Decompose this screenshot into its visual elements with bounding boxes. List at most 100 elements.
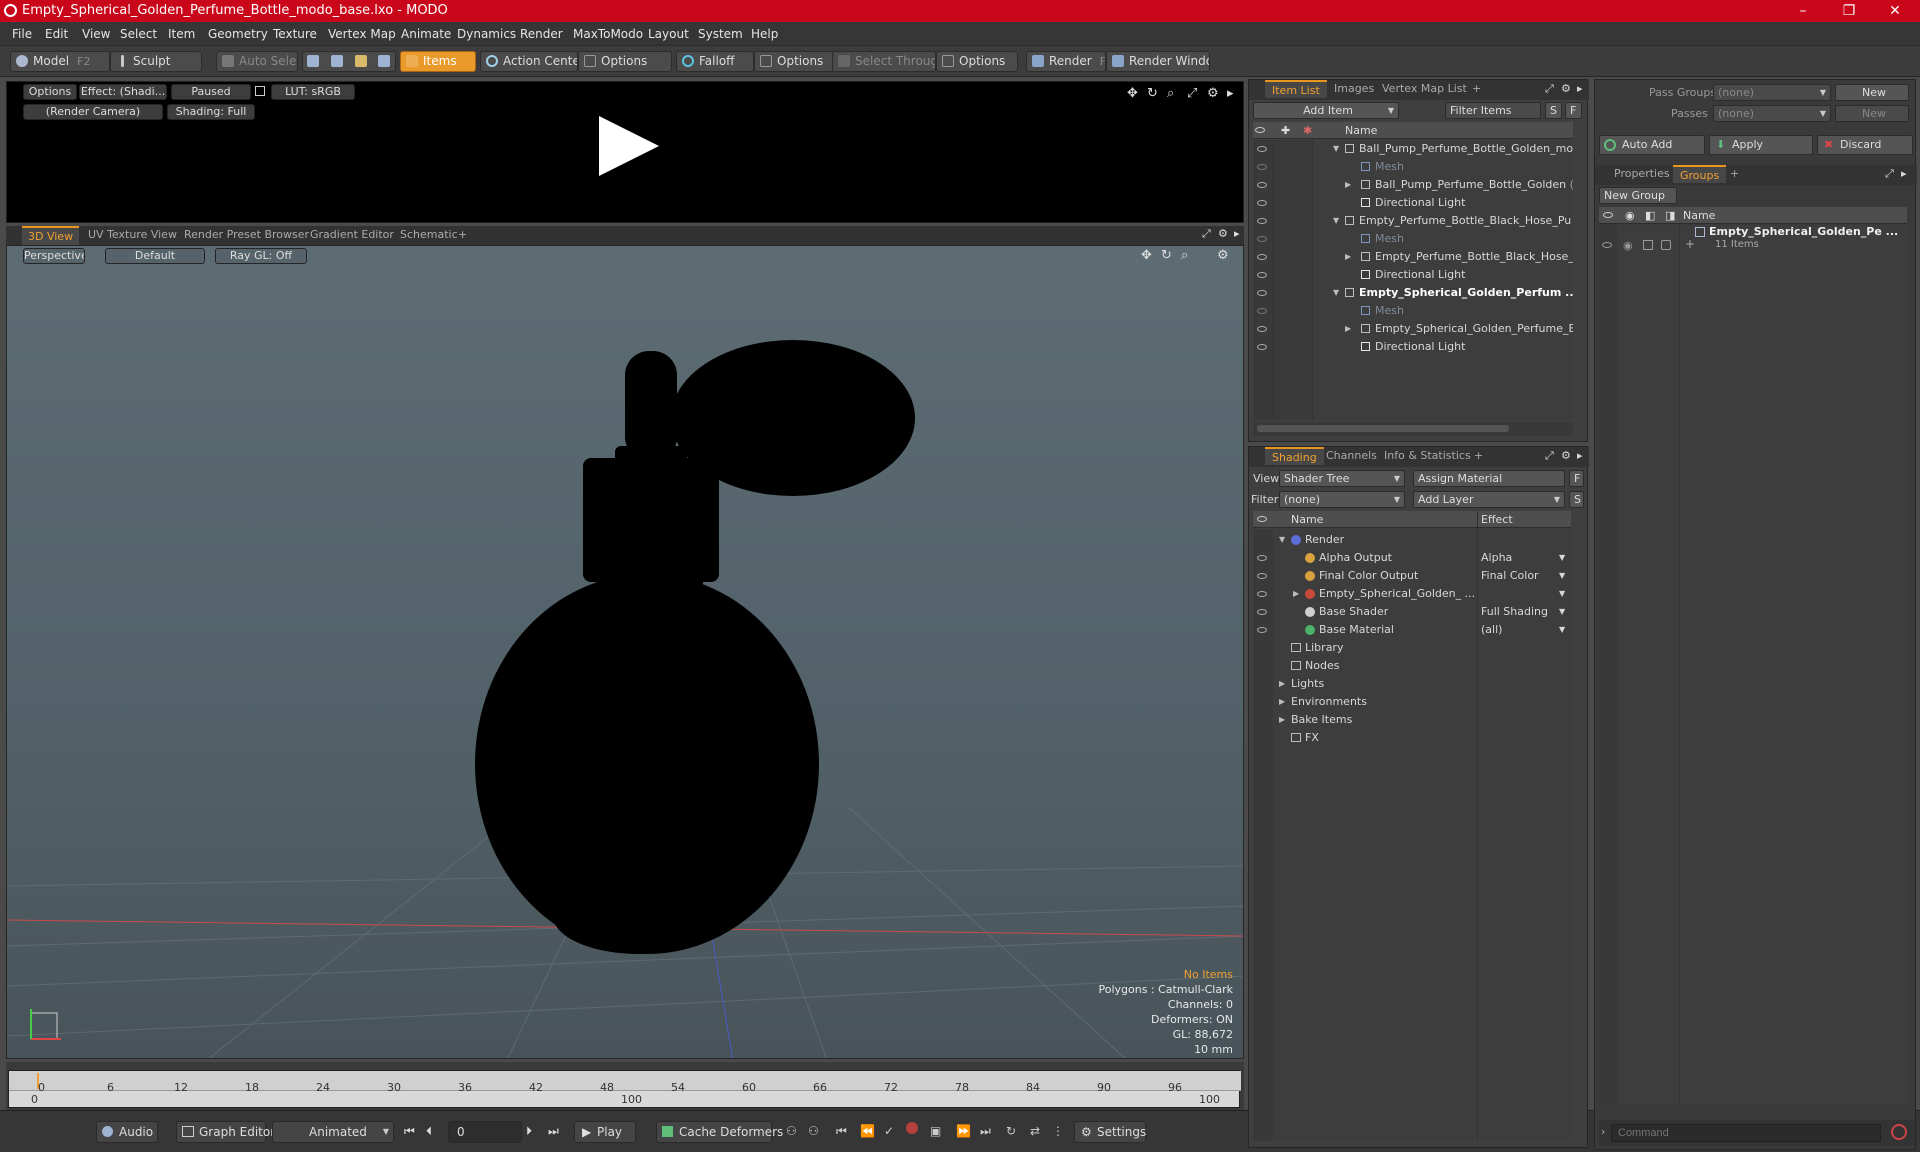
apply-button[interactable]: ⬇ Apply — [1709, 135, 1813, 155]
visibility-eye-icon[interactable] — [1257, 290, 1267, 296]
group-name[interactable]: Empty_Spherical_Golden_Pe ... — [1709, 225, 1898, 238]
f-toggle[interactable]: F — [1565, 102, 1582, 119]
key-icon[interactable]: ⚇ — [786, 1124, 797, 1138]
select-checkbox[interactable] — [1661, 240, 1671, 250]
menu-geometry[interactable]: Geometry — [208, 27, 268, 41]
expand-arrow-icon[interactable]: ▶ — [1293, 585, 1299, 603]
visibility-eye-icon[interactable] — [1257, 236, 1267, 242]
collapse-arrow-icon[interactable]: ▼ — [1333, 284, 1339, 302]
items-mode-button[interactable]: Items — [400, 51, 476, 72]
menu-select[interactable]: Select — [120, 27, 157, 41]
expand-plus-icon[interactable]: + — [1685, 237, 1695, 251]
shader-tree-row[interactable]: ▶ Empty_Spherical_Golden_ ... ▼ — [1253, 585, 1571, 603]
close-button[interactable]: ✕ — [1872, 0, 1918, 22]
shader-tree-row[interactable]: Base Shader Full Shading ▼ — [1253, 603, 1571, 621]
item-list-row[interactable]: Mesh — [1253, 158, 1573, 176]
tab-vertex-map-list[interactable]: Vertex Map List — [1375, 80, 1474, 98]
action-center-button[interactable]: Action Center — [480, 51, 578, 72]
tab-info-statistics[interactable]: Info & Statistics — [1377, 447, 1478, 465]
menu-maxtomodo[interactable]: MaxToModo — [573, 27, 643, 41]
effect-value[interactable]: Final Color — [1481, 567, 1539, 585]
sculpt-mode-button[interactable]: Sculpt — [110, 51, 202, 72]
select-through-options-button[interactable]: Options — [936, 51, 1018, 72]
expand-arrow-icon[interactable]: ▶ — [1279, 675, 1285, 693]
filter-dropdown[interactable]: (none) ▼ — [1279, 491, 1405, 508]
visibility-eye-icon[interactable] — [1257, 591, 1267, 597]
vertices-mode-icon[interactable] — [307, 55, 319, 67]
visibility-eye-icon[interactable] — [1257, 326, 1267, 332]
menu-render[interactable]: Render — [520, 27, 563, 41]
visibility-eye-icon[interactable] — [1257, 200, 1267, 206]
key-filter-icon[interactable]: ▣ — [930, 1124, 941, 1138]
view-dropdown[interactable]: Shader Tree ▼ — [1279, 470, 1405, 487]
visibility-eye-icon[interactable] — [1602, 242, 1612, 248]
minimize-button[interactable]: – — [1780, 0, 1826, 22]
item-list-row[interactable]: Mesh — [1253, 302, 1573, 320]
discard-button[interactable]: ✖ Discard — [1817, 135, 1913, 155]
falloff-options-button[interactable]: Options — [754, 51, 836, 72]
effect-dropdown-arrow-icon[interactable]: ▼ — [1559, 567, 1565, 585]
visibility-eye-icon[interactable] — [1257, 272, 1267, 278]
pass-groups-dropdown[interactable]: (none) ▼ — [1713, 84, 1831, 101]
menu-view[interactable]: View — [82, 27, 110, 41]
auto-add-button[interactable]: Auto Add — [1599, 135, 1705, 155]
falloff-button[interactable]: Falloff — [676, 51, 754, 72]
shader-tree-row[interactable]: Nodes — [1253, 657, 1571, 675]
shading-dropdown[interactable]: Shading: Full — [167, 104, 255, 120]
s-toggle[interactable]: S — [1569, 491, 1584, 508]
item-list-row[interactable]: ▼ Empty_Perfume_Bottle_Black_Hose_Pu ... — [1253, 212, 1573, 230]
next-key-icon[interactable]: ⏭ — [980, 1124, 991, 1139]
animated-dropdown[interactable]: Animated ▼ — [272, 1121, 394, 1143]
audio-button[interactable]: Audio — [96, 1121, 158, 1143]
shader-tree-row[interactable]: ▼ Render — [1253, 531, 1571, 549]
item-list-row[interactable]: Directional Light — [1253, 266, 1573, 284]
move-view-icon[interactable]: ✥ — [1127, 86, 1138, 101]
step-forward-icon[interactable]: ⏵ — [526, 1124, 532, 1139]
frame-field[interactable]: 0 — [448, 1121, 522, 1143]
add-tab-button[interactable]: + — [1723, 165, 1746, 183]
effect-dropdown-arrow-icon[interactable]: ▼ — [1559, 621, 1565, 639]
go-to-end-icon[interactable]: ⏭ — [548, 1124, 559, 1139]
item-tree[interactable]: ▼ Ball_Pump_Perfume_Bottle_Golden_mod... M… — [1253, 140, 1573, 420]
item-list-row[interactable]: ▶ Empty_Spherical_Golden_Perfume_Bo... — [1253, 320, 1573, 338]
expand-arrow-icon[interactable]: ▸ — [1901, 167, 1907, 180]
add-tab-button[interactable]: + — [452, 226, 473, 245]
effect-dropdown-arrow-icon[interactable]: ▼ — [1559, 585, 1565, 603]
add-tab-button[interactable]: + — [1465, 80, 1488, 98]
effect-value[interactable]: Full Shading — [1481, 603, 1548, 621]
camera-dropdown[interactable]: (Render Camera) — [23, 104, 163, 120]
materials-mode-icon[interactable] — [378, 55, 391, 67]
menu-edit[interactable]: Edit — [45, 27, 68, 41]
new-pass-button[interactable]: New — [1835, 105, 1909, 122]
visibility-eye-icon[interactable] — [1257, 609, 1267, 615]
gear-icon[interactable]: ⚙ — [1218, 227, 1228, 240]
shader-tree-row[interactable]: Library — [1253, 639, 1571, 657]
maximize-view-icon[interactable]: ⤢ — [1202, 227, 1211, 241]
horizontal-scrollbar[interactable] — [1253, 422, 1573, 436]
expand-arrow-icon[interactable]: ▶ — [1345, 320, 1351, 338]
collapse-arrow-icon[interactable]: ▼ — [1333, 140, 1339, 158]
shader-tree-row[interactable]: Base Material (all) ▼ — [1253, 621, 1571, 639]
maximize-button[interactable]: ❐ — [1826, 0, 1872, 22]
menu-layout[interactable]: Layout — [648, 27, 689, 41]
item-list-row[interactable]: ▶ Empty_Perfume_Bottle_Black_Hose_P... — [1253, 248, 1573, 266]
options-icon[interactable]: ⋮ — [1052, 1124, 1064, 1138]
model-mode-button[interactable]: Model F2 — [10, 51, 110, 72]
shader-tree-row[interactable]: FX — [1253, 729, 1571, 747]
scrollbar-thumb[interactable] — [1257, 425, 1509, 432]
cache-deformers-button[interactable]: Cache Deformers — [656, 1121, 783, 1143]
menu-file[interactable]: File — [12, 27, 32, 41]
loop-icon[interactable]: ↻ — [1006, 1124, 1016, 1138]
zoom-view-icon[interactable]: ⌕ — [1167, 86, 1174, 101]
play-button[interactable]: ▶ Play — [574, 1121, 636, 1143]
menu-help[interactable]: Help — [751, 27, 778, 41]
new-pass-group-button[interactable]: New — [1835, 84, 1909, 101]
go-to-start-icon[interactable]: ⏮ — [404, 1124, 415, 1139]
gear-icon[interactable]: ⚙ — [1561, 449, 1571, 462]
auto-select-button[interactable]: Auto Select — [216, 51, 298, 72]
f-toggle[interactable]: F — [1569, 470, 1584, 487]
render-toggle-icon[interactable]: ◉ — [1623, 239, 1633, 252]
command-input[interactable] — [1611, 1124, 1881, 1142]
groups-list[interactable]: ◉ + Empty_Spherical_Golden_Pe ... 11 Ite… — [1599, 225, 1907, 1105]
expand-arrow-icon[interactable]: ▸ — [1234, 227, 1240, 240]
